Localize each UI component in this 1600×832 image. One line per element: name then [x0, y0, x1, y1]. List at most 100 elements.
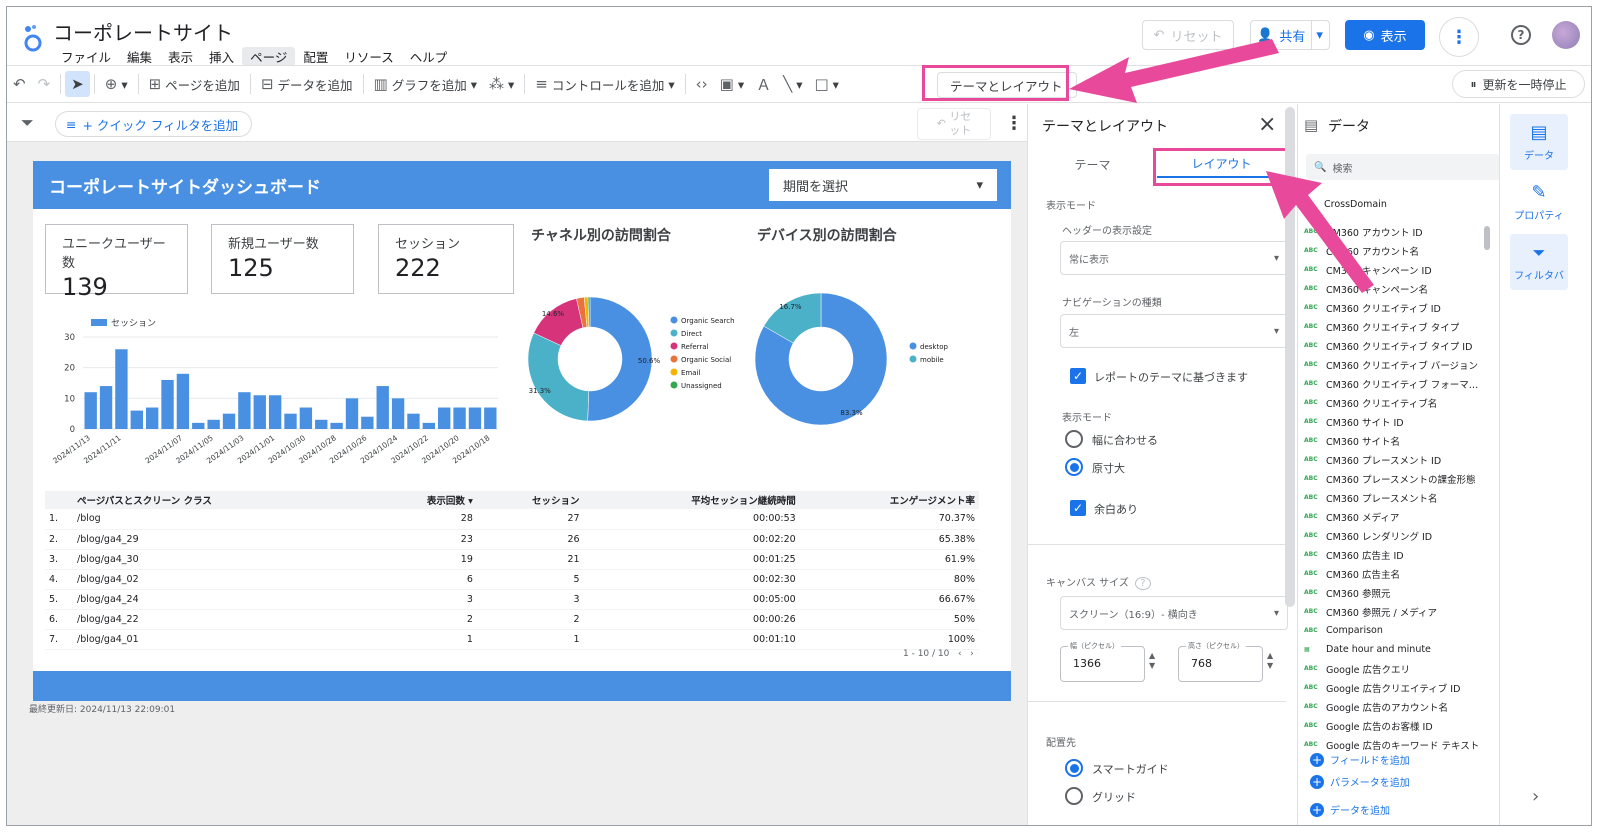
- field-item[interactable]: ABC CM360 プレースメント名: [1304, 488, 1482, 507]
- next-page-icon[interactable]: ›: [970, 649, 974, 659]
- channel-donut-chart[interactable]: 50.6% 31.3% 14.6% Organic Search Direct Refer…: [528, 289, 748, 429]
- table-row[interactable]: 4./blog/ga4_02 6 5 00:02:30 80%: [45, 569, 979, 590]
- avatar[interactable]: [1552, 21, 1580, 49]
- filter-icon[interactable]: ⏷: [21, 113, 34, 133]
- table-row[interactable]: 7./blog/ga4_01 1 1 00:01:10 100%: [45, 629, 979, 650]
- sessions-bar-chart[interactable]: セッション01020302024/11/132024/11/11 2024/11/…: [43, 311, 513, 481]
- fit-width-radio[interactable]: [1065, 430, 1083, 448]
- more-options-icon[interactable]: ⋮: [1439, 17, 1479, 57]
- rail-properties-button[interactable]: ✎ プロパティ: [1510, 174, 1568, 230]
- date-range-selector[interactable]: 期間を選択 ▾: [769, 169, 997, 201]
- height-input[interactable]: 768: [1178, 646, 1263, 682]
- field-item[interactable]: ABC CM360 レンダリング ID: [1304, 526, 1482, 545]
- field-item[interactable]: ABC CM360 クリエイティブ ID: [1304, 298, 1482, 317]
- table-row[interactable]: 5./blog/ga4_24 3 3 00:05:00 66.67%: [45, 589, 979, 610]
- filter-reset-button[interactable]: ↶ リセ ット: [917, 108, 991, 140]
- embed-code-icon[interactable]: ‹›: [690, 75, 714, 93]
- field-item[interactable]: ABC Google 広告クリエイティブ ID: [1304, 678, 1482, 697]
- add-field-link[interactable]: + フィールドを追加: [1310, 752, 1410, 767]
- text-icon[interactable]: Ａ: [750, 74, 777, 95]
- field-item[interactable]: ABC Google 広告のキーワード テキスト: [1304, 735, 1482, 752]
- field-item[interactable]: ABC CM360 クリエイティブ タイプ: [1304, 317, 1482, 336]
- zoom-icon[interactable]: ⊕ ▾: [99, 75, 134, 93]
- margin-checkbox[interactable]: ✓: [1070, 500, 1086, 516]
- width-input[interactable]: 1366: [1060, 646, 1145, 682]
- chevron-right-icon[interactable]: ›: [1532, 786, 1539, 807]
- field-item[interactable]: ABC CM360 クリエイティブ名: [1304, 393, 1482, 412]
- filter-more-icon[interactable]: ⋮: [1005, 113, 1023, 134]
- menu-page[interactable]: ページ: [242, 47, 296, 66]
- rail-data-button[interactable]: ▤ データ: [1510, 114, 1568, 170]
- field-item[interactable]: ABC Comparison: [1304, 621, 1482, 640]
- height-stepper-icon[interactable]: ▲ ▼: [1267, 651, 1273, 671]
- field-item[interactable]: ABC CM360 メディア: [1304, 507, 1482, 526]
- undo-icon[interactable]: ↶: [7, 75, 32, 93]
- menu-view[interactable]: 表示: [160, 47, 201, 66]
- field-item[interactable]: ABC CM360 参照元 / メディア: [1304, 602, 1482, 621]
- view-button[interactable]: ◉ 表示: [1345, 20, 1425, 50]
- report-title[interactable]: コーポレートサイト: [53, 17, 233, 46]
- add-data-button[interactable]: ⊟ データを追加: [255, 75, 359, 94]
- community-viz-icon[interactable]: ⁂ ▾: [483, 75, 520, 93]
- field-item[interactable]: ABC Google 広告クエリ: [1304, 659, 1482, 678]
- table-row[interactable]: 2./blog/ga4_29 23 26 00:02:20 65.38%: [45, 529, 979, 550]
- header-setting-select[interactable]: 常に表示 ▾: [1060, 241, 1288, 275]
- add-parameter-link[interactable]: + パラメータを追加: [1310, 774, 1410, 789]
- page-path-table[interactable]: ページパスとスクリーン クラス 表示回数 ▾ セッション 平均セッション継続時間 エンゲ…: [45, 491, 979, 650]
- tab-theme[interactable]: テーマ: [1028, 150, 1157, 178]
- shape-icon[interactable]: □ ▾: [808, 75, 844, 93]
- add-data-link[interactable]: + データを追加: [1310, 802, 1390, 817]
- field-item[interactable]: ABC CM360 参照元: [1304, 583, 1482, 602]
- rail-filter-button[interactable]: ⏷ フィルタバ: [1510, 234, 1568, 290]
- add-control-button[interactable]: ≡ コントロールを追加 ▾: [529, 75, 680, 94]
- nav-type-select[interactable]: 左 ▾: [1060, 314, 1288, 348]
- image-icon[interactable]: ▣ ▾: [714, 75, 750, 93]
- share-dropdown-icon[interactable]: ▾: [1311, 21, 1323, 49]
- prev-page-icon[interactable]: ‹: [958, 649, 962, 659]
- actual-size-radio[interactable]: [1065, 458, 1083, 476]
- menu-file[interactable]: ファイル: [53, 47, 119, 66]
- table-row[interactable]: 6./blog/ga4_22 2 2 00:00:26 50%: [45, 609, 979, 630]
- table-row[interactable]: 1./blog 28 27 00:00:53 70.37%: [45, 509, 979, 530]
- help-icon[interactable]: ?: [1135, 577, 1151, 590]
- help-icon[interactable]: ?: [1511, 25, 1531, 45]
- grid-radio[interactable]: [1065, 787, 1083, 805]
- select-cursor-icon[interactable]: ➤: [65, 71, 90, 97]
- menu-insert[interactable]: 挿入: [201, 47, 242, 66]
- column-header[interactable]: エンゲージメント率: [799, 491, 979, 509]
- pause-updates-button[interactable]: ⏸ 更新を一時停止: [1452, 70, 1585, 98]
- field-item[interactable]: ABC CM360 サイト名: [1304, 431, 1482, 450]
- field-item[interactable]: ▦ Date hour and minute: [1304, 640, 1482, 659]
- column-header[interactable]: 表示回数 ▾: [373, 491, 477, 509]
- table-row[interactable]: 3./blog/ga4_30 19 21 00:01:25 61.9%: [45, 549, 979, 570]
- quick-filter-button[interactable]: ≡ + クイック フィルタを追加: [55, 111, 252, 137]
- device-donut-chart[interactable]: 83.3% 16.7% desktop mobile: [753, 289, 953, 429]
- menu-arrange[interactable]: 配置: [295, 47, 336, 66]
- field-item[interactable]: ABC CM360 プレースメント ID: [1304, 450, 1482, 469]
- field-item[interactable]: ABC CM360 サイト ID: [1304, 412, 1482, 431]
- field-item[interactable]: ABC CM360 広告主名: [1304, 564, 1482, 583]
- field-item[interactable]: ABC Google 広告のアカウント名: [1304, 697, 1482, 716]
- table-pager[interactable]: 1 - 10 / 10 ‹ ›: [903, 649, 974, 659]
- menu-help[interactable]: ヘルプ: [402, 47, 456, 66]
- column-header[interactable]: 平均セッション継続時間: [583, 491, 800, 509]
- theme-based-checkbox[interactable]: ✓: [1070, 368, 1086, 384]
- width-stepper-icon[interactable]: ▲ ▼: [1149, 651, 1155, 671]
- smart-guide-radio[interactable]: [1065, 759, 1083, 777]
- field-item[interactable]: ABC CM360 プレースメントの課金形態: [1304, 469, 1482, 488]
- menu-resource[interactable]: リソース: [336, 47, 401, 66]
- field-item[interactable]: ABC CM360 クリエイティブ バージョン: [1304, 355, 1482, 374]
- menu-edit[interactable]: 編集: [119, 47, 160, 66]
- field-list-scrollbar[interactable]: [1484, 226, 1490, 250]
- field-item[interactable]: ABC CM360 広告主 ID: [1304, 545, 1482, 564]
- field-item[interactable]: ABC CM360 クリエイティブ フォーマ…: [1304, 374, 1482, 393]
- column-header[interactable]: セッション: [476, 491, 584, 509]
- field-item[interactable]: ABC CM360 クリエイティブ タイプ ID: [1304, 336, 1482, 355]
- add-chart-button[interactable]: ▥ グラフを追加 ▾: [368, 75, 483, 94]
- field-item[interactable]: ABC Google 広告のお客様 ID: [1304, 716, 1482, 735]
- column-header[interactable]: ページパスとスクリーン クラス: [73, 491, 373, 509]
- redo-icon[interactable]: ↷: [32, 75, 57, 93]
- canvas-size-select[interactable]: スクリーン（16:9）- 横向き ▾: [1060, 596, 1288, 630]
- line-icon[interactable]: ╲ ▾: [777, 75, 808, 93]
- add-page-button[interactable]: ⊞ ページを追加: [143, 75, 246, 94]
